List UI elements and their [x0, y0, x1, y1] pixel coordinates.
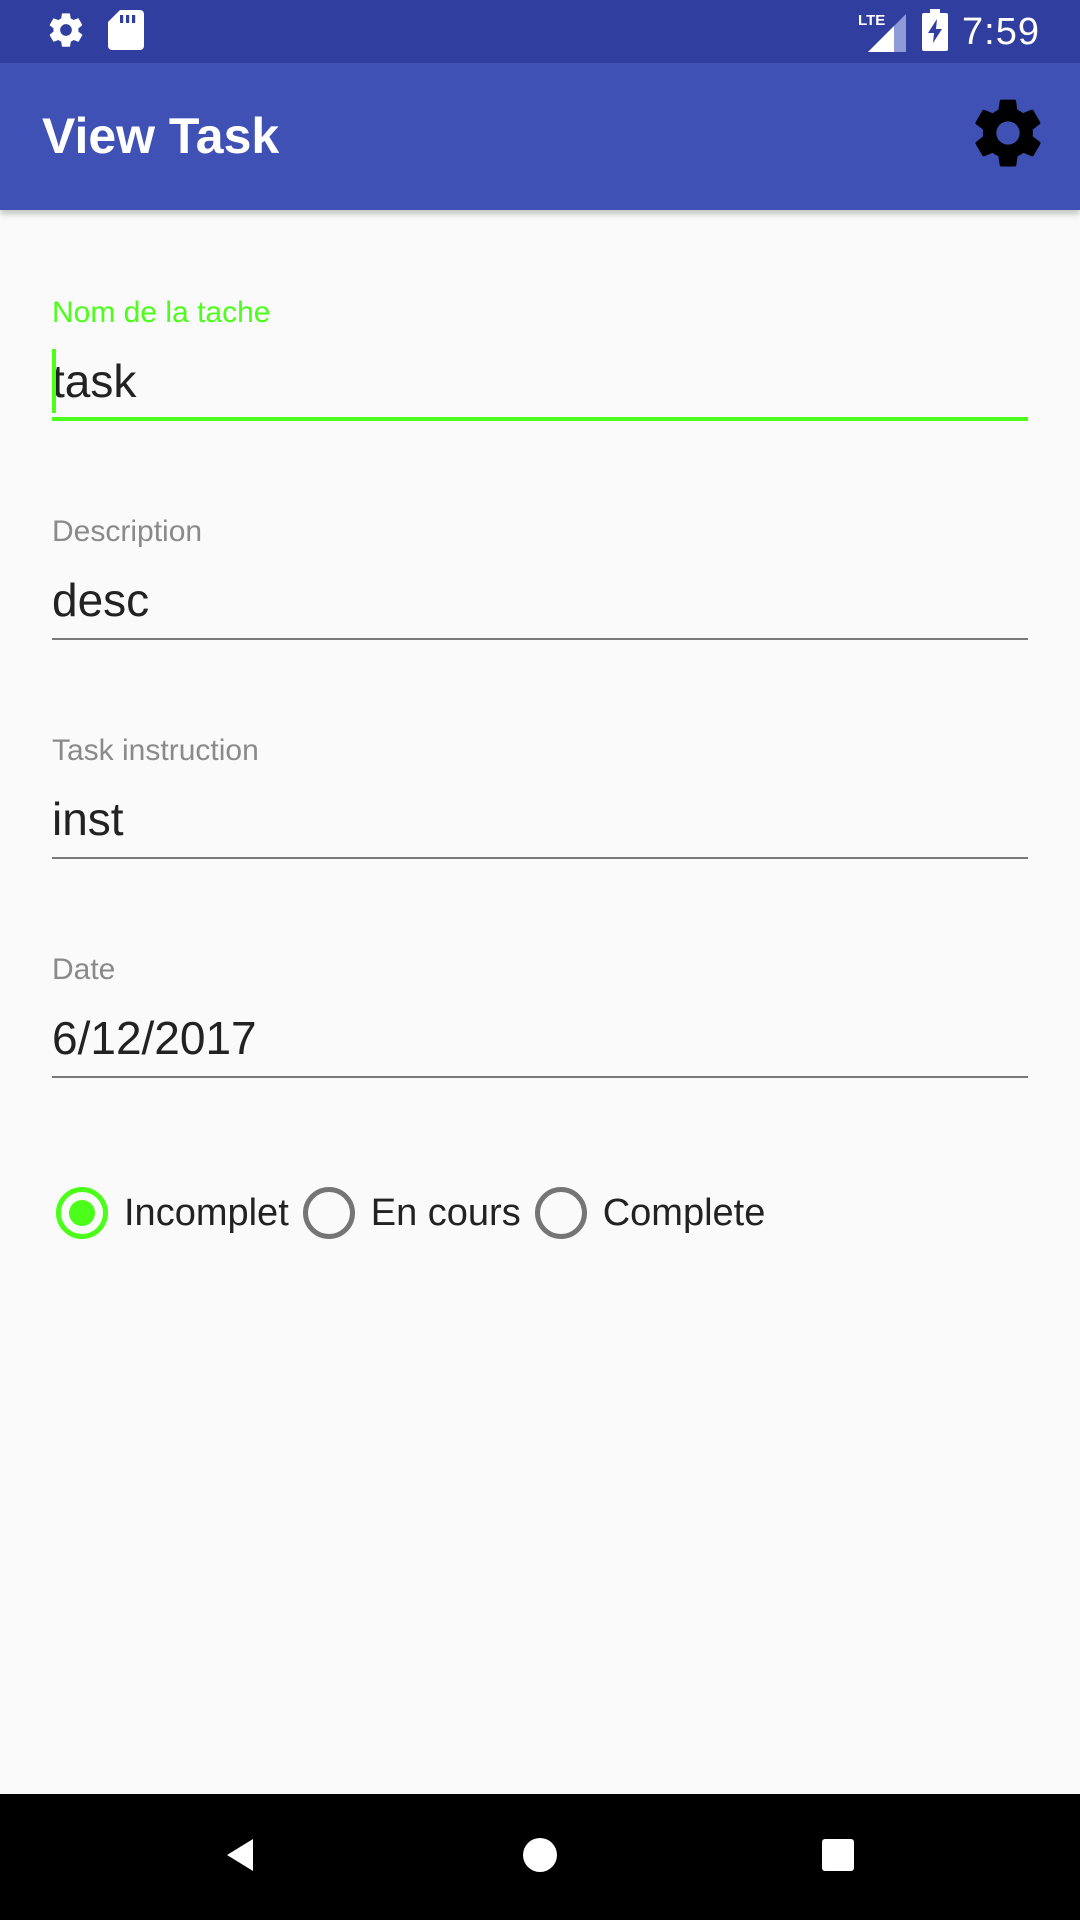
description-label: Description — [52, 515, 203, 548]
app-bar: View Task — [0, 63, 1080, 210]
date-input[interactable]: 6/12/2017 — [52, 1008, 1028, 1078]
radio-complete[interactable]: Complete — [534, 1183, 766, 1243]
instruction-field: Task instruction inst — [52, 731, 1028, 859]
task-name-input[interactable]: task — [52, 349, 1028, 421]
radio-en-cours[interactable]: En cours — [302, 1183, 521, 1243]
radio-unchecked-icon — [534, 1187, 587, 1239]
description-input[interactable]: desc — [52, 570, 1028, 640]
gear-icon — [968, 93, 1048, 178]
home-button[interactable] — [507, 1824, 573, 1890]
settings-button[interactable] — [966, 93, 1050, 177]
instruction-input[interactable]: inst — [52, 789, 1028, 859]
radio-incomplet[interactable]: Incomplet — [56, 1183, 289, 1243]
lte-signal-icon: LTE — [858, 10, 908, 54]
recents-icon — [818, 1835, 858, 1880]
instruction-value: inst — [52, 793, 124, 845]
text-cursor — [52, 349, 56, 413]
status-radio-group: Incomplet En cours Complete — [56, 1183, 779, 1243]
navigation-bar — [0, 1794, 1080, 1920]
battery-charging-icon — [922, 8, 949, 56]
description-field: Description desc — [52, 512, 1028, 640]
clock: 7:59 — [962, 10, 1040, 53]
date-value: 6/12/2017 — [52, 1012, 257, 1064]
radio-label-incomplet: Incomplet — [124, 1191, 289, 1234]
task-name-label: Nom de la tache — [52, 296, 271, 329]
date-label: Date — [52, 953, 116, 986]
back-icon — [221, 1835, 261, 1880]
gear-icon — [46, 10, 86, 55]
radio-label-en-cours: En cours — [370, 1191, 521, 1234]
network-type-label: LTE — [858, 12, 886, 29]
view-task-screen: LTE 7:59 View Task Nom de la tache task … — [0, 0, 1080, 1920]
task-name-value: task — [52, 355, 137, 407]
description-value: desc — [52, 574, 150, 626]
status-bar: LTE 7:59 — [0, 0, 1080, 63]
recents-button[interactable] — [805, 1824, 871, 1890]
status-right-icons: LTE 7:59 — [858, 8, 1040, 56]
task-name-field: Nom de la tache task — [52, 293, 1028, 421]
sd-card-icon — [108, 9, 144, 55]
page-title: View Task — [42, 108, 280, 164]
radio-label-complete: Complete — [602, 1191, 766, 1234]
radio-unchecked-icon — [302, 1187, 355, 1239]
home-icon — [520, 1835, 560, 1880]
status-left-icons — [46, 9, 144, 55]
instruction-label: Task instruction — [52, 734, 259, 767]
radio-checked-icon — [56, 1187, 108, 1239]
back-button[interactable] — [208, 1824, 274, 1890]
date-field: Date 6/12/2017 — [52, 950, 1028, 1078]
